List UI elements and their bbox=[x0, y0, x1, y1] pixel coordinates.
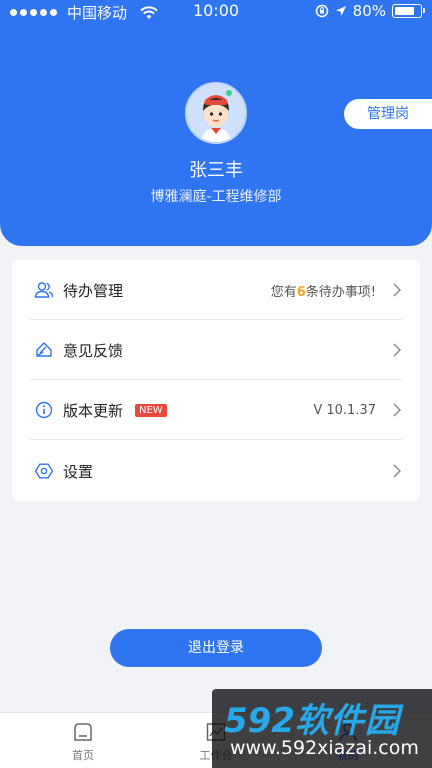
battery-percent: 80% bbox=[352, 2, 386, 20]
version-number: V 10.1.37 bbox=[313, 402, 376, 418]
tab-home[interactable]: 首页 bbox=[53, 721, 113, 763]
status-bar: 中国移动 10:00 80% bbox=[0, 0, 432, 22]
menu-item-label: 版本更新 bbox=[63, 401, 124, 420]
menu-item-label: 设置 bbox=[63, 462, 94, 481]
location-icon bbox=[335, 6, 346, 16]
chevron-right-icon bbox=[393, 283, 401, 297]
menu-card: 待办管理 您有6条待办事项! 意见反馈 版本更新 NEW V 10.1.37 设… bbox=[12, 260, 420, 501]
rotation-lock-icon bbox=[315, 4, 328, 18]
avatar[interactable] bbox=[185, 82, 247, 144]
watermark-logo: 592软件园 bbox=[224, 693, 400, 742]
battery-level bbox=[395, 7, 415, 15]
profile-header: 中国移动 10:00 80% 管理岗 张三丰 博雅澜庭-工程维修部 bbox=[0, 0, 432, 246]
menu-item-version[interactable]: 版本更新 NEW V 10.1.37 bbox=[12, 380, 420, 440]
watermark-brand: 软件园 bbox=[294, 701, 400, 741]
watermark-overlay: 592软件园 www.592xiazai.com bbox=[212, 689, 432, 768]
menu-item-feedback[interactable]: 意见反馈 bbox=[12, 320, 420, 380]
cartoon-avatar-icon bbox=[187, 84, 245, 142]
todo-count: 6 bbox=[296, 284, 306, 300]
todo-prefix: 您有 bbox=[270, 284, 297, 300]
user-name: 张三丰 bbox=[189, 160, 243, 181]
menu-item-label: 待办管理 bbox=[63, 281, 124, 300]
users-icon bbox=[34, 282, 54, 298]
divider bbox=[30, 439, 402, 440]
todo-suffix: 条待办事项! bbox=[305, 284, 376, 300]
chevron-right-icon bbox=[393, 403, 401, 417]
todo-summary: 您有6条待办事项! bbox=[271, 281, 376, 300]
info-icon bbox=[35, 401, 53, 419]
menu-item-settings[interactable]: 设置 bbox=[12, 441, 420, 501]
menu-item-todo[interactable]: 待办管理 您有6条待办事项! bbox=[12, 260, 420, 320]
role-badge[interactable]: 管理岗 bbox=[344, 99, 432, 129]
watermark-number: 592 bbox=[224, 701, 295, 741]
chevron-right-icon bbox=[393, 464, 401, 478]
settings-icon bbox=[34, 463, 54, 479]
feedback-icon bbox=[36, 342, 52, 357]
chevron-right-icon bbox=[393, 343, 401, 357]
watermark-url: www.592xiazai.com bbox=[230, 737, 419, 759]
menu-item-label: 意见反馈 bbox=[63, 341, 124, 360]
tab-label: 首页 bbox=[72, 749, 94, 762]
new-badge: NEW bbox=[135, 403, 167, 417]
user-department: 博雅澜庭-工程维修部 bbox=[150, 189, 282, 205]
battery-icon bbox=[392, 4, 425, 18]
home-icon bbox=[74, 723, 92, 741]
logout-button[interactable]: 退出登录 bbox=[110, 629, 322, 667]
